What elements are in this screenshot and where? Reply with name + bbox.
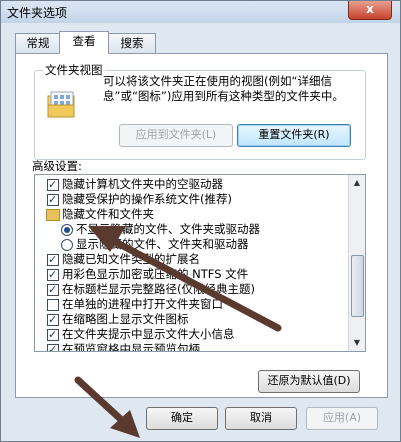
checkbox[interactable] (47, 299, 59, 311)
folder-view-legend: 文件夹视图 (43, 62, 105, 78)
folder-icon (46, 209, 60, 221)
tab-view[interactable]: 查看 (59, 31, 109, 54)
checkbox[interactable] (47, 312, 59, 327)
window-title: 文件夹选项 (7, 6, 68, 20)
title-bar: 文件夹选项 x (1, 1, 400, 23)
checkbox[interactable] (47, 342, 59, 351)
advanced-settings-list: 隐藏计算机文件夹中的空驱动器 隐藏受保护的操作系统文件(推荐) 隐藏文件和文件夹… (34, 174, 366, 352)
restore-defaults-button[interactable]: 还原为默认值(D) (258, 370, 360, 393)
advanced-settings-label: 高级设置: (32, 159, 82, 173)
apply-button[interactable]: 应用(A) (306, 407, 378, 430)
tab-search[interactable]: 搜索 (108, 33, 156, 53)
vertical-scrollbar[interactable]: ▲ ▼ (348, 175, 365, 351)
apply-to-folders-button[interactable]: 应用到文件夹(L) (119, 124, 233, 147)
folder-options-dialog: 文件夹选项 x 常规 查看 搜索 文件夹视图 可以将该文件夹正在使用的视图(例如… (0, 0, 401, 442)
checkbox[interactable] (47, 252, 59, 267)
close-button[interactable]: x (348, 1, 392, 20)
scroll-up-icon[interactable]: ▲ (349, 175, 365, 191)
cancel-button[interactable]: 取消 (225, 407, 297, 430)
ok-button[interactable]: 确定 (146, 407, 218, 430)
scroll-down-icon[interactable]: ▼ (349, 335, 365, 351)
scroll-thumb[interactable] (351, 255, 364, 317)
checkbox[interactable] (47, 192, 59, 207)
folder-view-icon (47, 91, 75, 118)
radio-button[interactable] (61, 224, 73, 236)
checkbox[interactable] (47, 177, 59, 192)
view-tab-panel: 文件夹视图 可以将该文件夹正在使用的视图(例如“详细信息”或“图标”)应用到所有… (15, 53, 388, 398)
folder-view-group: 文件夹视图 可以将该文件夹正在使用的视图(例如“详细信息”或“图标”)应用到所有… (34, 62, 366, 160)
checkbox[interactable] (47, 267, 59, 282)
checkbox[interactable] (47, 327, 59, 342)
reset-folders-button[interactable]: 重置文件夹(R) (237, 124, 351, 147)
checkbox[interactable] (47, 282, 59, 297)
folder-view-description: 可以将该文件夹正在使用的视图(例如“详细信息”或“图标”)应用到所有这种类型的文… (103, 74, 344, 103)
tab-general[interactable]: 常规 (15, 33, 61, 53)
radio-button[interactable] (61, 239, 73, 251)
